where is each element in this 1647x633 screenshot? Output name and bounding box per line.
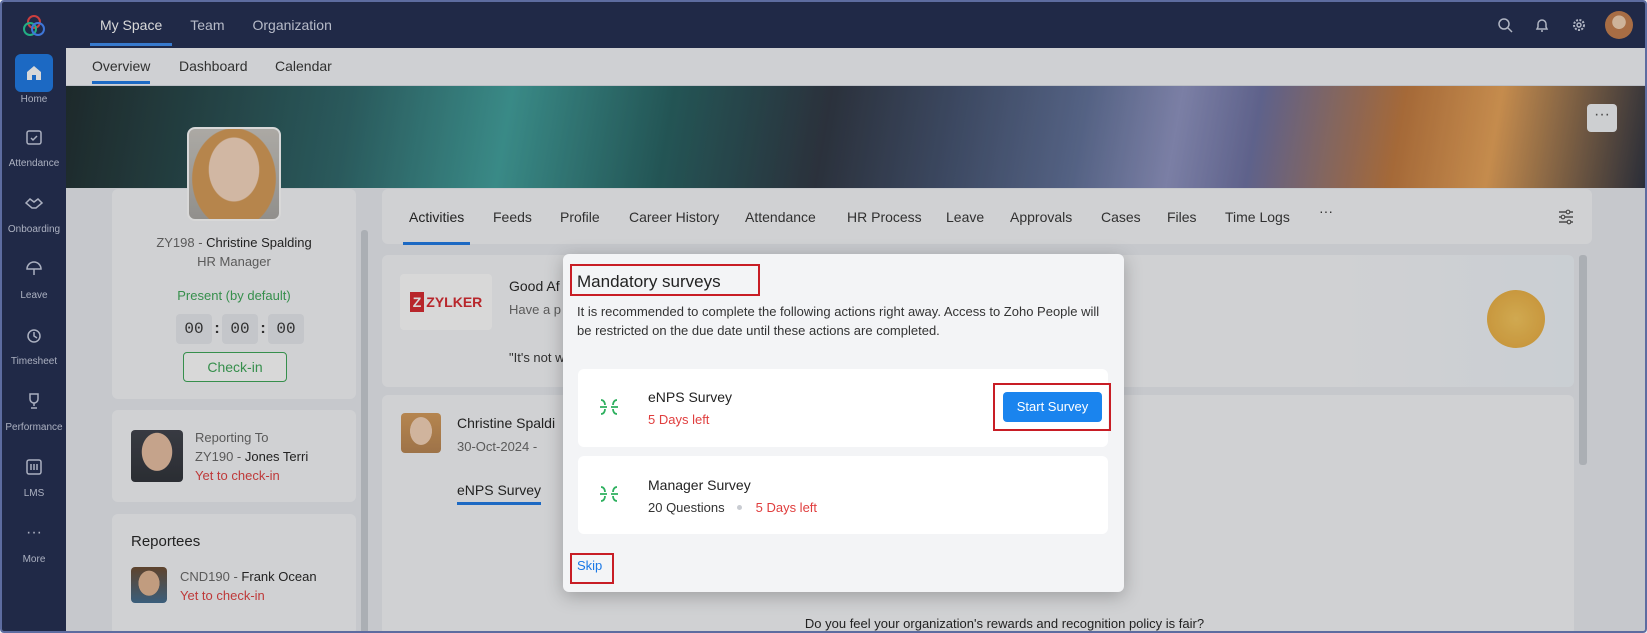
mandatory-surveys-modal: Mandatory surveys It is recommended to c…: [563, 254, 1124, 592]
survey-meta: 20 Questions 5 Days left: [648, 500, 817, 515]
separator-dot: [736, 505, 742, 511]
survey-name: Manager Survey: [648, 477, 751, 493]
survey-card-manager: Manager Survey 20 Questions 5 Days left: [578, 456, 1108, 534]
survey-due: 5 Days left: [648, 412, 710, 427]
app-frame: Home Attendance Onboarding Leave Timeshe…: [0, 0, 1647, 633]
survey-due: 5 Days left: [755, 500, 818, 515]
survey-icon: [598, 396, 620, 418]
survey-icon: [598, 483, 620, 505]
modal-description: It is recommended to complete the follow…: [577, 304, 1100, 338]
skip-link[interactable]: Skip: [577, 558, 602, 573]
survey-card-enps: eNPS Survey 5 Days left Start Survey: [578, 369, 1111, 447]
start-survey-button[interactable]: Start Survey: [1003, 392, 1102, 422]
modal-title: Mandatory surveys: [577, 272, 721, 291]
survey-name: eNPS Survey: [648, 389, 733, 405]
survey-question-count: 20 Questions: [648, 500, 725, 515]
